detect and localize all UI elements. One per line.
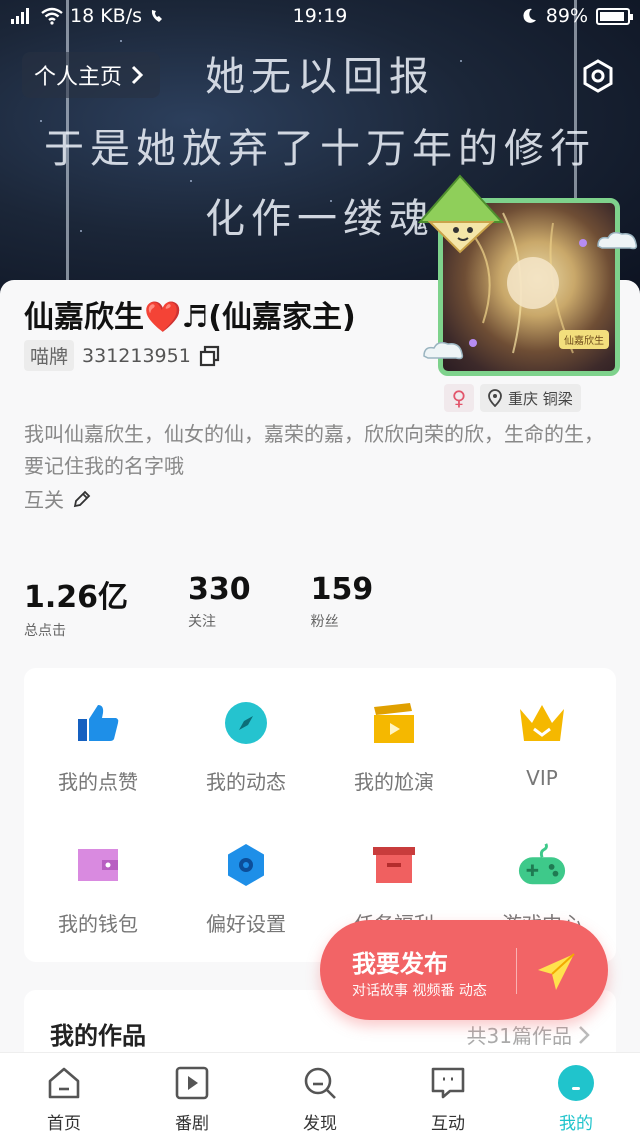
chevron-right-icon — [131, 65, 144, 85]
user-id-row: 喵牌 331213951 — [24, 340, 221, 371]
relation-row[interactable]: 互关 — [24, 484, 92, 513]
stat-value: 159 — [310, 572, 374, 607]
zongzi-decoration-icon — [417, 174, 505, 254]
cloud-decoration-icon — [597, 231, 638, 250]
battery-icon — [596, 7, 633, 25]
works-title: 我的作品 — [50, 1022, 146, 1050]
stat-following[interactable]: 330 关注 — [188, 572, 251, 640]
grid-item-my-moments[interactable]: 我的动态 — [172, 668, 320, 808]
stat-label: 关注 — [188, 614, 217, 630]
grid-item-my-likes[interactable]: 我的点赞 — [24, 668, 172, 808]
nav-me[interactable]: 我的 — [512, 1053, 640, 1138]
nav-home[interactable]: 首页 — [0, 1053, 128, 1138]
search-discover-icon — [304, 1067, 336, 1099]
gender-badge: ♀ — [444, 384, 474, 412]
hexagon-gear-icon — [228, 844, 264, 886]
cloud-decoration-icon — [423, 341, 464, 360]
me-icon — [558, 1065, 594, 1101]
nav-discover[interactable]: 发现 — [256, 1053, 384, 1138]
location-pin-icon — [488, 389, 502, 407]
nav-label: 发现 — [303, 1114, 337, 1134]
settings-button[interactable] — [574, 52, 622, 100]
chevron-right-icon — [579, 1025, 590, 1044]
grid-item-label: 偏好设置 — [206, 912, 286, 936]
gift-box-icon — [373, 847, 415, 883]
bottom-navigation: 首页 番剧 发现 互动 我的 — [0, 1052, 640, 1138]
publish-divider — [516, 948, 517, 994]
grid-item-vip[interactable]: VIP — [468, 668, 616, 808]
nav-label: 我的 — [559, 1114, 593, 1134]
personal-homepage-link[interactable]: 个人主页 — [22, 52, 161, 98]
stat-label: 粉丝 — [310, 614, 339, 630]
user-bio: 我叫仙嘉欣生，仙女的仙，嘉荣的嘉，欣欣向荣的欣，生命的生，要记住我的名字哦 — [24, 422, 604, 478]
hexagon-settings-icon — [583, 59, 613, 93]
publish-subtitle: 对话故事 视频番 动态 — [352, 983, 487, 999]
stat-fans[interactable]: 159 粉丝 — [311, 572, 374, 640]
id-tag: 喵牌 — [24, 340, 75, 371]
grid-item-my-acting[interactable]: 我的尬演 — [320, 668, 468, 808]
profile-badges: ♀ 重庆 铜梁 — [444, 384, 581, 412]
poem-line-2: 于是她放弃了十万年的修行 — [44, 126, 596, 172]
home-icon — [48, 1067, 80, 1099]
grid-item-label: 我的点赞 — [58, 770, 138, 794]
user-id: 331213951 — [82, 344, 191, 367]
grid-item-label: 我的钱包 — [58, 912, 138, 936]
home-link-label: 个人主页 — [34, 65, 123, 90]
publish-title: 我要发布 — [352, 950, 448, 978]
play-box-icon — [175, 1066, 209, 1100]
location-badge: 重庆 铜梁 — [480, 384, 581, 412]
location-text: 重庆 铜梁 — [508, 389, 573, 408]
compass-icon — [225, 702, 267, 744]
relation-text: 互关 — [24, 488, 64, 512]
female-icon: ♀ — [451, 386, 467, 410]
feature-grid: 我的点赞 我的动态 我的尬演 VIP 我的钱包 偏好设置 — [24, 668, 616, 962]
stat-total-clicks[interactable]: 1.26亿 总点击 — [24, 572, 128, 640]
copy-icon[interactable] — [199, 345, 221, 367]
user-nickname: 仙嘉欣生❤️♬(仙嘉家主) — [24, 300, 356, 335]
status-bar: 18 KB/s 19:19 89% — [0, 0, 640, 34]
stats-row: 1.26亿 总点击 330 关注 159 粉丝 — [24, 572, 373, 640]
grid-item-preferences[interactable]: 偏好设置 — [172, 810, 320, 950]
grid-item-label: 我的尬演 — [354, 770, 434, 794]
avatar-name-tag: 仙嘉欣生 — [559, 330, 609, 349]
gamepad-icon — [518, 843, 566, 885]
works-count-link[interactable]: 共31篇作品 — [467, 1020, 590, 1049]
grid-item-label: 我的动态 — [206, 770, 286, 794]
nav-interact[interactable]: 互动 — [384, 1053, 512, 1138]
crown-icon — [520, 705, 564, 741]
nav-label: 番剧 — [175, 1114, 209, 1134]
nav-series[interactable]: 番剧 — [128, 1053, 256, 1138]
stat-value: 330 — [188, 572, 251, 607]
grid-item-my-wallet[interactable]: 我的钱包 — [24, 810, 172, 950]
nav-label: 互动 — [431, 1114, 465, 1134]
stat-value: 1.26亿 — [24, 580, 129, 615]
nav-label: 首页 — [47, 1114, 81, 1134]
battery-percent: 89% — [545, 5, 588, 27]
grid-item-label: VIP — [526, 766, 558, 790]
wallet-icon — [78, 849, 118, 881]
edit-pencil-icon[interactable] — [72, 489, 92, 509]
paper-plane-icon — [538, 953, 575, 990]
clapperboard-icon — [374, 703, 414, 743]
stat-label: 总点击 — [24, 623, 66, 639]
thumbs-up-icon — [78, 705, 119, 741]
chat-bubble-icon — [431, 1067, 465, 1099]
moon-icon — [523, 8, 536, 23]
publish-button[interactable]: 我要发布 对话故事 视频番 动态 — [320, 920, 608, 1020]
works-count: 共31篇作品 — [466, 1024, 572, 1048]
